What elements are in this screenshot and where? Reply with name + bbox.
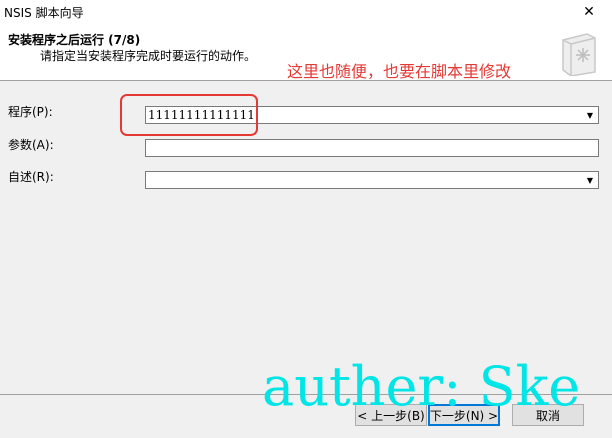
chevron-down-icon: ▼: [586, 110, 594, 120]
description-label: 自述(R):: [8, 170, 54, 184]
params-label: 参数(A):: [8, 138, 54, 152]
watermark-text: auther: Ske: [262, 355, 581, 418]
params-input[interactable]: [145, 139, 599, 157]
close-button[interactable]: ✕: [566, 0, 612, 24]
program-label: 程序(P):: [8, 105, 53, 119]
page-title: 安装程序之后运行 (7/8): [8, 33, 141, 47]
window-title: NSIS 脚本向导: [4, 5, 84, 20]
description-combo[interactable]: ▼: [145, 171, 599, 189]
title-bar: NSIS 脚本向导 ✕: [0, 0, 612, 24]
chevron-down-icon: ▼: [586, 175, 594, 185]
description-dropdown-button[interactable]: ▼: [582, 172, 598, 188]
program-dropdown-button[interactable]: ▼: [582, 107, 598, 123]
close-icon: ✕: [583, 4, 595, 20]
wizard-book-icon: [562, 33, 596, 76]
annotation-text: 这里也随便，也要在脚本里修改: [287, 62, 512, 81]
page-subtitle: 请指定当安装程序完成时要运行的动作。: [40, 49, 257, 63]
highlight-box: [120, 94, 258, 136]
